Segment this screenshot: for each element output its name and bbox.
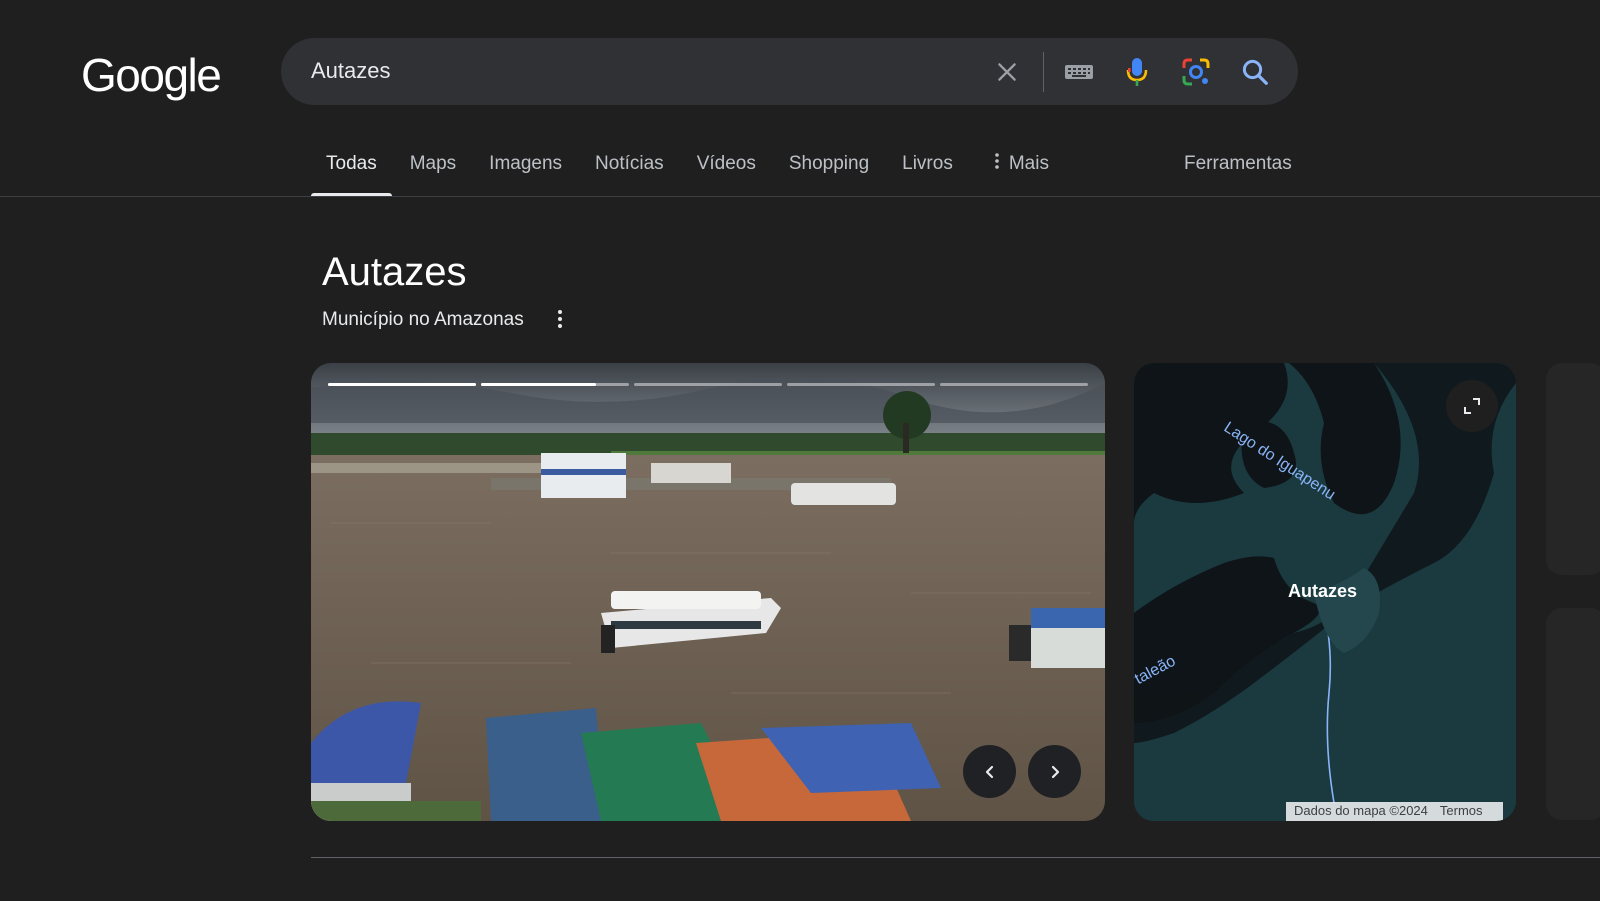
tab-videos[interactable]: Vídeos [697, 140, 756, 196]
search-results-page: Google Autazes Todas Maps Imagens Notíci… [0, 0, 1600, 901]
tab-label: Livros [902, 153, 953, 174]
tab-label: Vídeos [696, 153, 756, 174]
header-divider [0, 196, 1600, 197]
previous-slide-button[interactable] [963, 745, 1016, 798]
search-icon[interactable] [1233, 50, 1277, 94]
keyboard-icon[interactable] [1057, 50, 1101, 94]
tab-label: Shopping [788, 153, 870, 174]
side-card-bottom[interactable] [1546, 608, 1600, 820]
map-terms-link[interactable]: Termos [1440, 803, 1483, 818]
slide-progress-1 [328, 383, 476, 386]
slide-progress-5 [940, 383, 1088, 386]
microphone-icon[interactable] [1115, 50, 1159, 94]
expand-icon [1464, 398, 1480, 414]
tab-noticias[interactable]: Notícias [595, 140, 664, 196]
slide-progress-4 [787, 383, 935, 386]
tab-mais[interactable]: Mais [995, 140, 1049, 196]
entity-subtitle: Município no Amazonas [322, 309, 524, 330]
chevron-right-icon [1051, 765, 1059, 778]
tab-label: Todas [326, 153, 377, 174]
chevron-left-icon [985, 765, 993, 778]
google-logo[interactable]: Google [81, 48, 222, 102]
expand-map-button[interactable] [1446, 380, 1498, 432]
search-tabs: Todas Maps Imagens Notícias Vídeos Shopp… [311, 140, 1082, 196]
slide-progress-3 [634, 383, 782, 386]
tab-label: Maps [409, 153, 457, 174]
slide-progress-2 [481, 383, 629, 386]
side-card-top[interactable] [1546, 363, 1600, 575]
tab-label: Mais [1008, 153, 1049, 175]
map-attribution: Dados do mapa ©2024 Termos [1286, 802, 1503, 821]
photo-carousel[interactable] [311, 363, 1105, 821]
tab-imagens[interactable]: Imagens [489, 140, 562, 196]
tab-shopping[interactable]: Shopping [789, 140, 869, 196]
tab-todas[interactable]: Todas [311, 140, 392, 196]
search-divider [1043, 52, 1044, 92]
map-label-town: Autazes [1288, 581, 1358, 601]
map-attribution-text: Dados do mapa ©2024 [1294, 803, 1428, 818]
clear-icon[interactable] [985, 50, 1029, 94]
section-divider [311, 857, 1600, 858]
tab-maps[interactable]: Maps [410, 140, 456, 196]
next-slide-button[interactable] [1028, 745, 1081, 798]
tools-button[interactable]: Ferramentas [1184, 153, 1292, 175]
tab-livros[interactable]: Livros [902, 140, 953, 196]
location-map[interactable]: Lago do Iguapenu Autazes taleão Dados do… [1134, 363, 1516, 821]
search-input[interactable]: Autazes [311, 58, 391, 84]
search-bar[interactable]: Autazes [281, 38, 1298, 105]
tab-label: Imagens [489, 153, 563, 174]
more-options-icon[interactable] [552, 307, 568, 331]
tab-label: Notícias [595, 153, 664, 174]
more-vert-icon [995, 153, 999, 175]
lens-icon[interactable] [1174, 50, 1218, 94]
entity-title: Autazes [322, 250, 467, 294]
